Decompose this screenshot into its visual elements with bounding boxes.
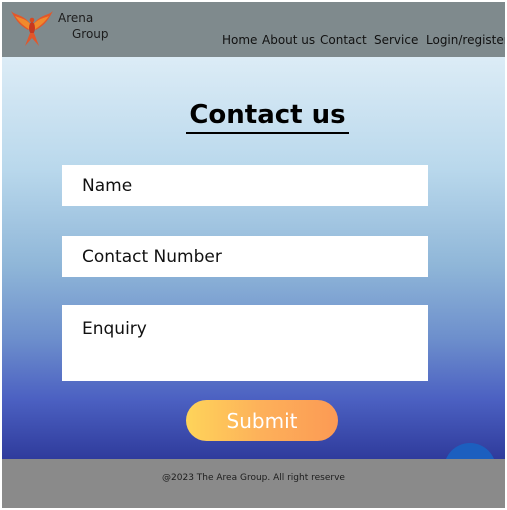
nav-about-us[interactable]: About us [262,32,315,48]
nav-service[interactable]: Service [374,32,418,48]
contact-number-input[interactable] [62,236,428,277]
name-input[interactable] [62,165,428,206]
contact-section: Contact us Submit chat [2,57,505,495]
submit-button[interactable]: Submit [186,400,338,441]
copyright-text: @2023 The Area Group. All right reserve [162,473,345,483]
site-header: Arena Group Home About us Contact Servic… [2,2,505,57]
nav-home[interactable]: Home [222,32,257,48]
nav-contact[interactable]: Contact [320,32,367,48]
enquiry-textarea[interactable] [62,305,428,381]
page-frame: Arena Group Home About us Contact Servic… [2,2,505,508]
main-nav: Home About us Contact Service Login/regi… [2,32,505,48]
brand-line-1: Arena [58,11,94,25]
nav-login-register[interactable]: Login/register [426,32,505,48]
page-title: Contact us [186,99,349,134]
site-footer: @2023 The Area Group. All right reserve [2,459,505,508]
